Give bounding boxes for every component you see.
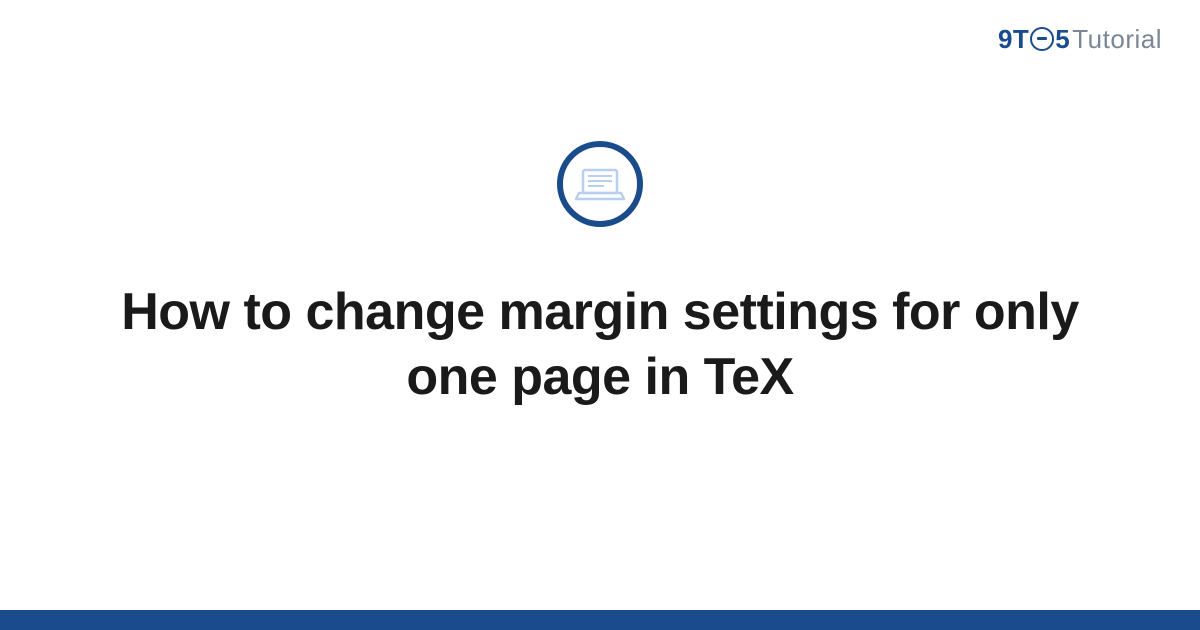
article-title: How to change margin settings for only o…	[100, 280, 1100, 410]
main-content: How to change margin settings for only o…	[0, 0, 1200, 630]
laptop-icon	[557, 141, 643, 232]
footer-bar	[0, 610, 1200, 630]
